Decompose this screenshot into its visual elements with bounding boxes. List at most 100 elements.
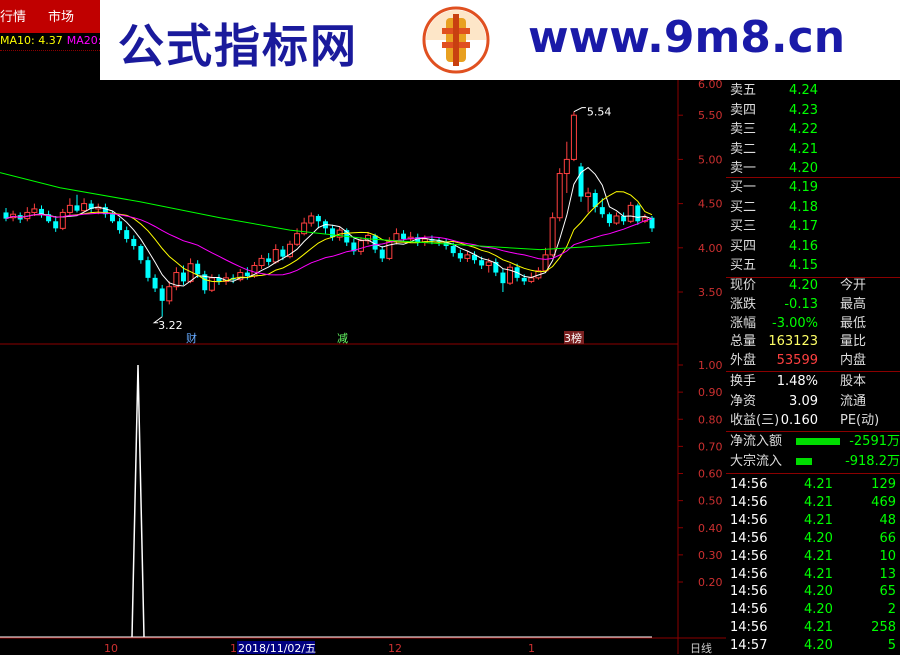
tick-volume: 48 xyxy=(879,512,896,528)
candle-body xyxy=(479,260,485,266)
candle-body xyxy=(570,114,577,160)
candle-body xyxy=(606,214,612,224)
tick-volume: 258 xyxy=(871,620,896,636)
bid-level-value: 4.18 xyxy=(789,199,818,215)
tick-price: 4.21 xyxy=(804,477,833,492)
tick-time: 14:56 xyxy=(730,477,768,492)
tick-time: 14:57 xyxy=(730,638,768,654)
candle-body xyxy=(450,246,456,254)
tick-row: 14:56 4.20 66 xyxy=(726,530,900,548)
candle-body xyxy=(53,221,59,229)
quote-stat2-label: 换手 xyxy=(730,374,757,389)
tick-time: 14:56 xyxy=(730,584,768,600)
ask-level-value: 4.20 xyxy=(789,161,818,176)
ask-level-value: 4.22 xyxy=(789,122,818,137)
candle-body xyxy=(627,204,634,222)
candle-body xyxy=(315,215,321,222)
tick-volume: 13 xyxy=(879,566,896,582)
vol-tick-label: 0.30 xyxy=(698,549,723,562)
capital-flow-row: 大宗流入 -918.2万 xyxy=(726,452,900,472)
bid-level-label: 买一 xyxy=(730,180,757,195)
low-price-label: 3.22 xyxy=(158,319,183,332)
menu-item-quotes[interactable]: 行情 xyxy=(0,6,26,25)
quote-stat2-value: 1.48% xyxy=(776,374,818,389)
candle-body xyxy=(59,211,66,229)
bid-level-label: 买三 xyxy=(730,219,757,234)
high-price-label: 5.54 xyxy=(587,106,612,119)
kline-chart[interactable]: 5.54 3.22财 减 3榜 6.00 5.50 5.00 4.50 4.00 3.50 1.0… xyxy=(0,80,726,654)
ask-level: 卖五 4.24 xyxy=(726,81,900,101)
tick-volume: 10 xyxy=(879,548,896,564)
ask-level-value: 4.23 xyxy=(789,102,818,118)
bid-level-value: 4.15 xyxy=(789,258,818,273)
quote-stat2: 净资 3.09 流通 xyxy=(726,392,900,412)
site-logo-icon xyxy=(422,6,490,74)
high-marker xyxy=(573,107,586,113)
quote-stat-value: 163123 xyxy=(768,334,818,350)
candle-body xyxy=(244,272,250,277)
quote-stat2-label: 收益(三) xyxy=(730,413,780,428)
banner-url: www.9m8.cn xyxy=(528,12,846,63)
ask-level-label: 卖五 xyxy=(730,83,757,98)
quote-stat-value: -3.00% xyxy=(772,315,818,331)
quote-stat2-value: 3.09 xyxy=(789,393,818,409)
candle-body xyxy=(166,286,173,302)
candle-body xyxy=(138,246,144,261)
candle-body xyxy=(195,263,201,275)
quote-stat: 涨跌 -0.13 最高 xyxy=(726,295,900,315)
candle-body xyxy=(208,277,215,291)
candle-body xyxy=(521,277,527,282)
divider xyxy=(0,50,100,52)
candle-body xyxy=(145,260,151,278)
ask-level: 卖二 4.21 xyxy=(726,140,900,160)
candle-body xyxy=(117,221,123,231)
flow-value: -918.2万 xyxy=(845,454,900,469)
price-tick-label: 3.50 xyxy=(698,286,723,299)
flow-bar xyxy=(796,458,812,465)
quote-stat2-value: 0.160 xyxy=(780,413,818,428)
quote-stat2: 收益(三) 0.160 PE(动) xyxy=(726,411,900,431)
flow-bar xyxy=(796,438,840,445)
quote-stat-extra-label: 最高 xyxy=(840,296,867,312)
ma10-legend: MA10: 4.37 xyxy=(0,34,63,47)
tick-time: 14:56 xyxy=(730,530,768,546)
quote-stat: 外盘 53599 内盘 xyxy=(726,351,900,371)
flow-label: 大宗流入 xyxy=(730,454,783,469)
candle-body xyxy=(81,203,88,212)
quote-stat-extra-label: 内盘 xyxy=(840,353,867,369)
flow-label: 净流入额 xyxy=(730,434,783,449)
chart-axes: 6.00 5.50 5.00 4.50 4.00 3.50 1.00 0.90 0.80 0.70… xyxy=(104,80,723,654)
vol-tick-label: 0.60 xyxy=(698,468,723,481)
time-tick-label: 10 xyxy=(104,642,118,654)
menu-item-market[interactable]: 市场 xyxy=(48,6,74,25)
tick-price: 4.21 xyxy=(804,548,833,564)
tick-price: 4.21 xyxy=(804,566,833,582)
candle-body xyxy=(66,204,73,213)
quote-stat-value: -0.13 xyxy=(784,296,818,312)
tick-volume: 129 xyxy=(871,477,896,492)
watermark-banner: 公式指标网 www.9m8.cn xyxy=(100,0,900,80)
capital-flow-row: 净流入额 -2591万 xyxy=(726,432,900,452)
top-menu: 行情 市场 xyxy=(0,0,100,33)
tick-volume: 5 xyxy=(887,638,896,654)
chart-annotations: 5.54 3.22财 减 3榜 xyxy=(152,106,612,345)
ma-legend: MA10: 4.37 MA20: xyxy=(0,34,105,47)
ask-level: 卖四 4.23 xyxy=(726,101,900,121)
bid-level: 买五 4.15 xyxy=(726,256,900,276)
bid-level-value: 4.19 xyxy=(789,180,818,195)
quote-stat2: 换手 1.48% 股本 xyxy=(726,372,900,392)
tick-price: 4.21 xyxy=(804,494,833,510)
candle-body xyxy=(159,288,165,301)
tick-row: 14:57 4.20 5 xyxy=(726,637,900,655)
candle-body xyxy=(464,254,471,259)
bid-level-label: 买四 xyxy=(730,238,757,254)
candlestick-series xyxy=(3,111,655,317)
bid-level-label: 买五 xyxy=(730,258,757,273)
ask-level-label: 卖三 xyxy=(730,122,757,137)
candle-body xyxy=(357,240,364,252)
quote-panel: 卖五 4.24 卖四 4.23 卖三 4.22 卖二 4.21 卖一 4.20 买一 4.19 买二 4… xyxy=(726,80,900,654)
tick-time: 14:56 xyxy=(730,548,768,564)
time-tick-label: 1 xyxy=(230,642,237,654)
quote-stat-value: 4.20 xyxy=(789,278,818,293)
tick-row: 14:56 4.21 469 xyxy=(726,494,900,512)
